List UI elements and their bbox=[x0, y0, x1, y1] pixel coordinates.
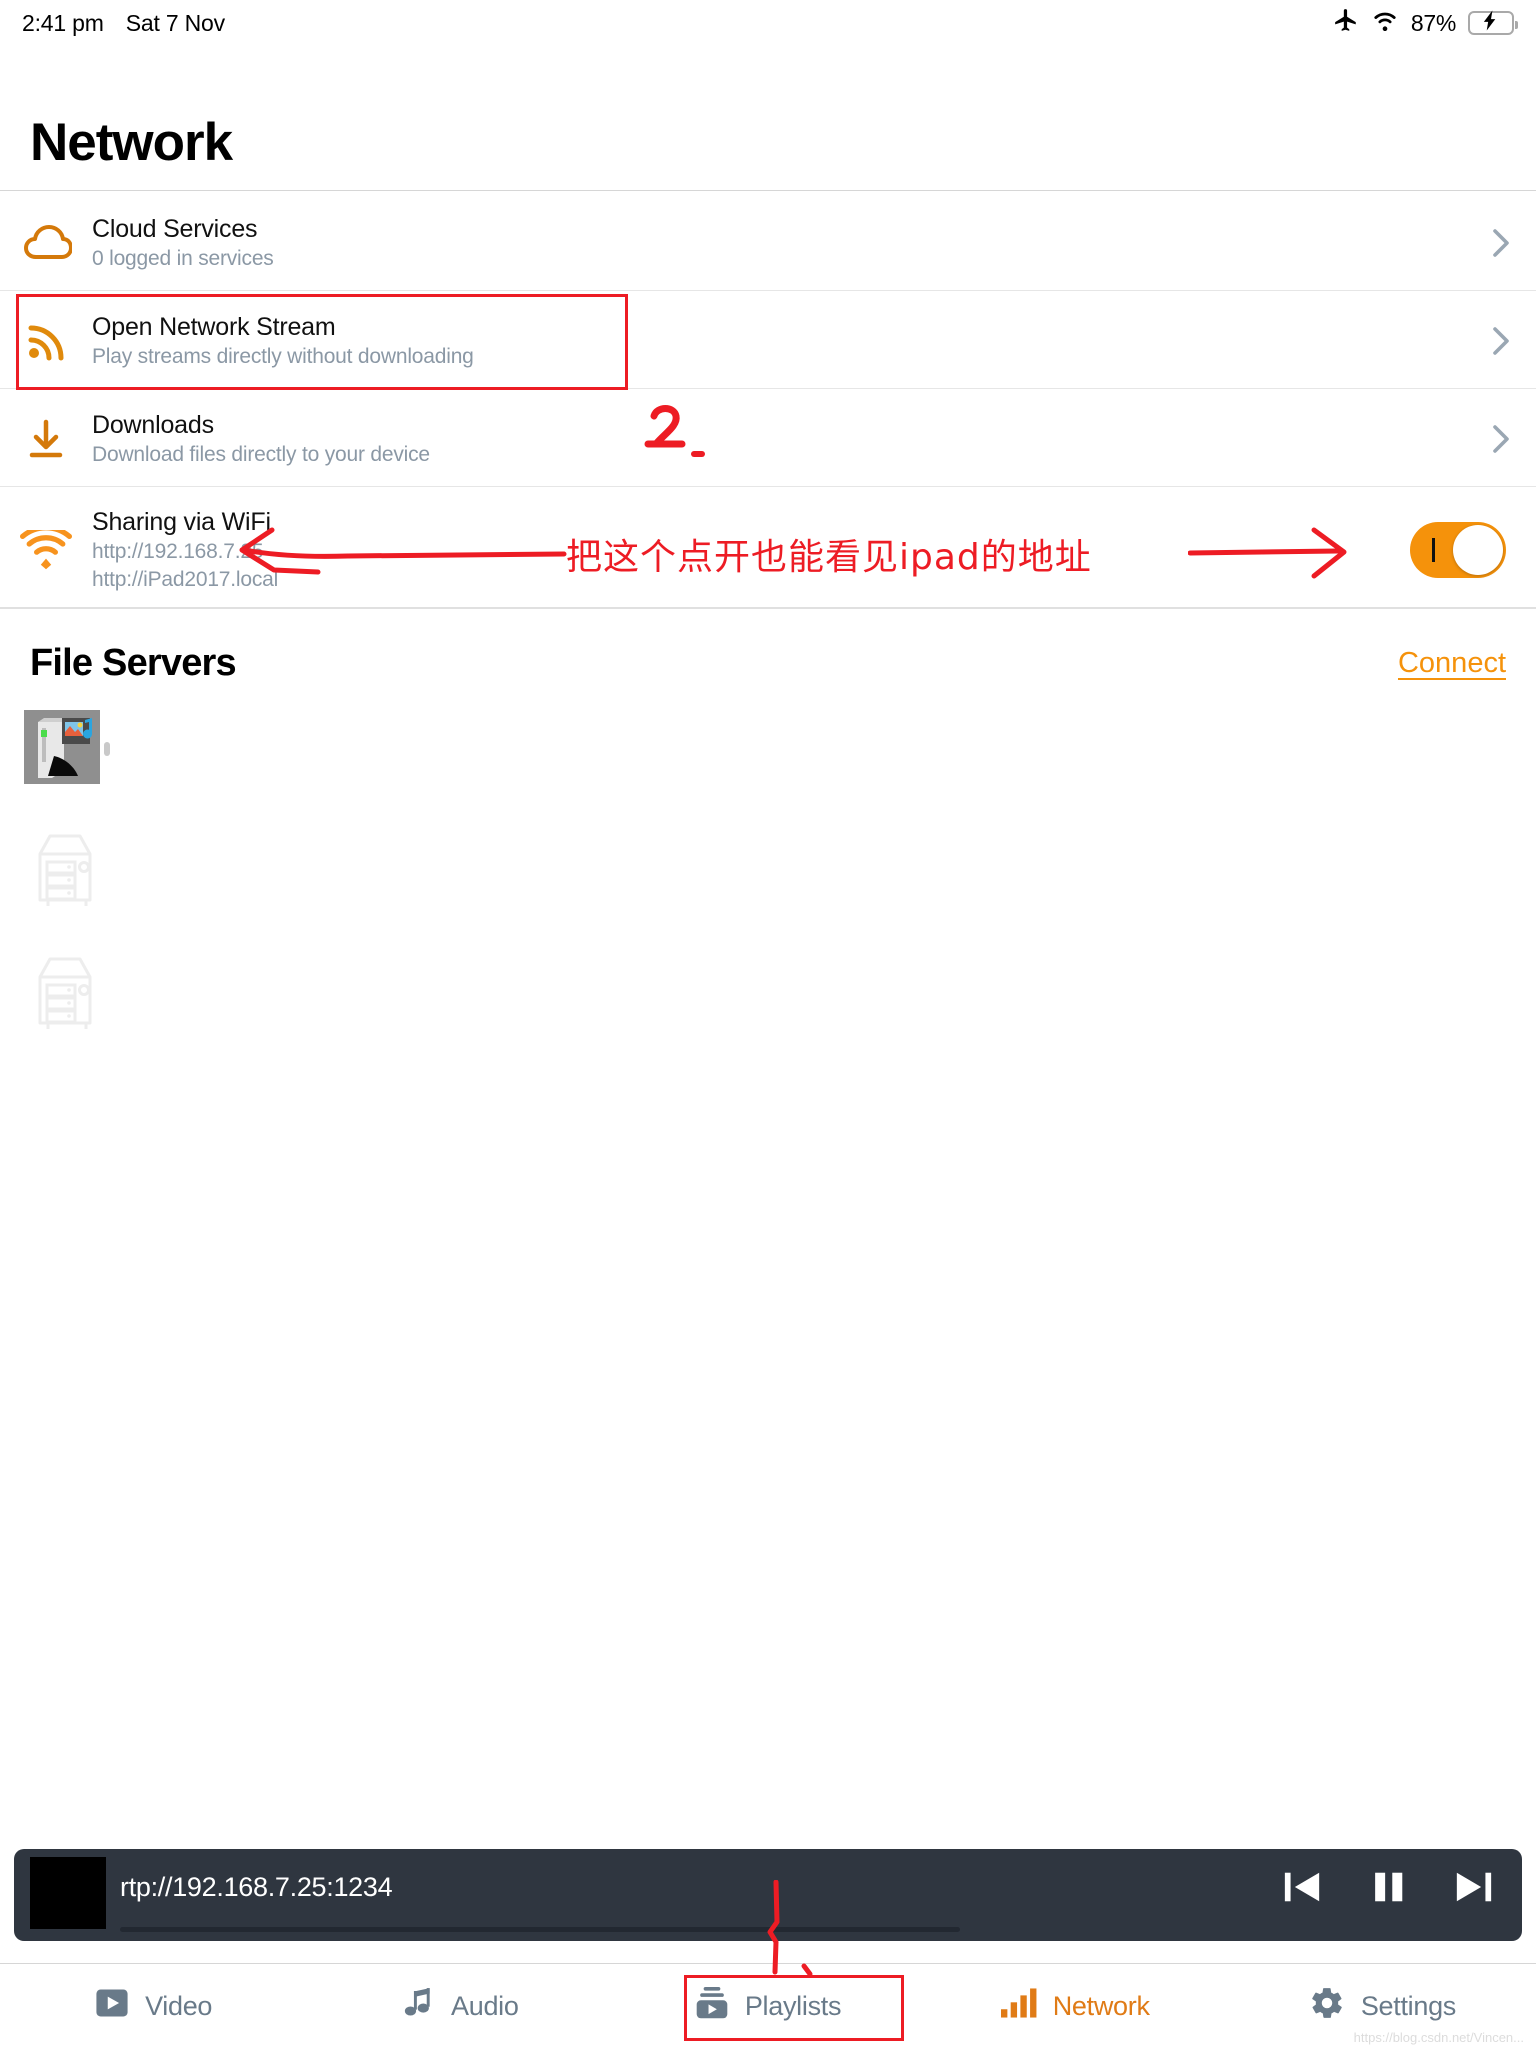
download-icon bbox=[0, 416, 92, 462]
file-servers-title: File Servers bbox=[30, 641, 237, 684]
wifi-sharing-toggle[interactable] bbox=[1410, 522, 1506, 578]
row-subtitle: 0 logged in services bbox=[92, 246, 274, 270]
file-server-item-placeholder-2[interactable] bbox=[24, 953, 102, 1038]
bottom-tab-bar: Video Audio Playlists Network Settings bbox=[0, 1963, 1536, 2048]
row-divider bbox=[0, 388, 1536, 389]
row-divider bbox=[0, 290, 1536, 291]
airplane-mode-icon bbox=[1333, 7, 1359, 39]
gear-icon bbox=[1309, 1985, 1345, 2028]
video-icon bbox=[95, 1988, 129, 2025]
toggle-knob bbox=[1453, 525, 1503, 575]
tab-playlists[interactable]: Playlists bbox=[614, 1964, 921, 2048]
file-server-item-placeholder-1[interactable] bbox=[24, 830, 102, 915]
row-open-network-stream-text: Open Network Stream Play streams directl… bbox=[92, 312, 1466, 371]
wifi-icon bbox=[1371, 9, 1399, 37]
cloud-icon bbox=[0, 223, 92, 263]
player-controls bbox=[1282, 1865, 1494, 1914]
tab-audio-label: Audio bbox=[451, 1990, 519, 2021]
connect-button[interactable]: Connect bbox=[1398, 647, 1506, 680]
audio-note-icon bbox=[403, 1987, 435, 2026]
tab-audio[interactable]: Audio bbox=[307, 1964, 614, 2048]
status-bar-right: 87% bbox=[1333, 7, 1518, 39]
row-open-network-stream[interactable]: Open Network Stream Play streams directl… bbox=[0, 292, 1536, 390]
rss-stream-icon bbox=[0, 318, 92, 364]
row-subtitle-url-ip: http://192.168.7.25 bbox=[92, 540, 264, 564]
status-time: 2:41 pm bbox=[22, 9, 104, 36]
status-bar: 2:41 pm Sat 7 Nov 87% bbox=[0, 0, 1536, 46]
tab-network[interactable]: Network bbox=[922, 1964, 1229, 2048]
row-cloud-services-text: Cloud Services 0 logged in services bbox=[92, 214, 1466, 273]
chevron-right-icon[interactable] bbox=[1466, 424, 1536, 454]
row-sharing-via-wifi-text: Sharing via WiFi http://192.168.7.25 htt… bbox=[92, 507, 1410, 593]
row-subtitle-url-local: http://iPad2017.local bbox=[92, 567, 279, 591]
file-servers-header: File Servers Connect bbox=[0, 628, 1536, 698]
row-title: Cloud Services bbox=[92, 214, 258, 243]
tab-network-label: Network bbox=[1052, 1990, 1150, 2021]
watermark: https://blog.csdn.net/Vincen... bbox=[1353, 2030, 1524, 2045]
ipad-vlc-network-screen: 2:41 pm Sat 7 Nov 87% Network Cloud Serv… bbox=[0, 0, 1536, 2048]
previous-track-icon[interactable] bbox=[1282, 1865, 1322, 1914]
toggle-on-indicator bbox=[1432, 538, 1435, 562]
battery-percent-label: 87% bbox=[1410, 9, 1456, 36]
player-progress-bar[interactable] bbox=[120, 1927, 960, 1932]
row-subtitle: Download files directly to your device bbox=[92, 442, 430, 466]
status-date: Sat 7 Nov bbox=[125, 9, 225, 36]
file-server-item-media-thumbnail[interactable] bbox=[24, 710, 100, 784]
row-subtitle: Play streams directly without downloadin… bbox=[92, 344, 474, 368]
row-sharing-via-wifi[interactable]: Sharing via WiFi http://192.168.7.25 htt… bbox=[0, 488, 1536, 612]
row-divider bbox=[0, 486, 1536, 487]
title-divider bbox=[0, 190, 1536, 191]
tab-settings-label: Settings bbox=[1360, 1990, 1456, 2021]
tab-video-label: Video bbox=[145, 1990, 213, 2021]
page-title: Network bbox=[30, 113, 233, 172]
pause-icon[interactable] bbox=[1368, 1865, 1408, 1914]
row-cloud-services[interactable]: Cloud Services 0 logged in services bbox=[0, 194, 1536, 292]
row-downloads-text: Downloads Download files directly to you… bbox=[92, 410, 1466, 469]
tab-video[interactable]: Video bbox=[0, 1964, 307, 2048]
player-title: rtp://192.168.7.25:1234 bbox=[120, 1872, 393, 1902]
row-title: Open Network Stream bbox=[92, 312, 336, 341]
section-divider bbox=[0, 607, 1536, 609]
chevron-right-icon[interactable] bbox=[1466, 326, 1536, 356]
player-artwork bbox=[30, 1857, 106, 1929]
battery-charging-icon bbox=[1468, 10, 1518, 35]
tab-playlists-label: Playlists bbox=[744, 1990, 842, 2021]
wifi-sharing-icon bbox=[0, 530, 92, 570]
mini-player-bar[interactable]: rtp://192.168.7.25:1234 bbox=[14, 1849, 1522, 1941]
row-downloads[interactable]: Downloads Download files directly to you… bbox=[0, 390, 1536, 488]
row-title: Downloads bbox=[92, 410, 214, 439]
next-track-icon[interactable] bbox=[1454, 1865, 1494, 1914]
row-title: Sharing via WiFi bbox=[92, 508, 271, 537]
playlists-icon bbox=[695, 1986, 729, 2026]
network-bars-icon bbox=[1000, 1987, 1037, 2025]
chevron-right-icon[interactable] bbox=[1466, 228, 1536, 258]
file-server-item-label-stub bbox=[104, 742, 110, 756]
status-bar-left: 2:41 pm Sat 7 Nov bbox=[22, 10, 225, 37]
